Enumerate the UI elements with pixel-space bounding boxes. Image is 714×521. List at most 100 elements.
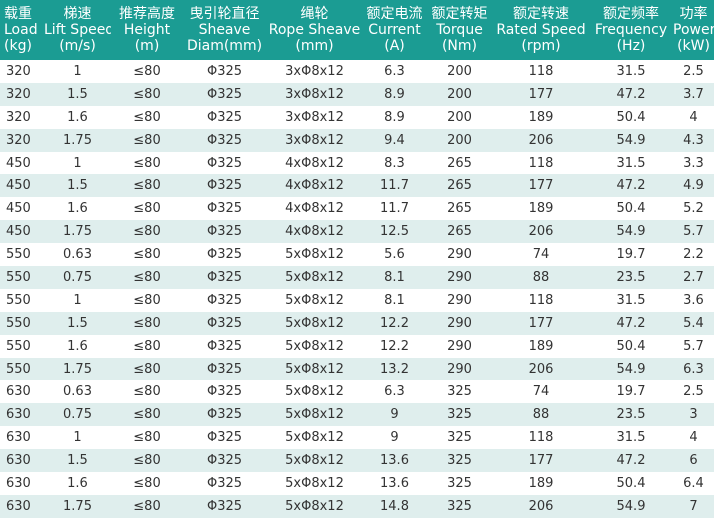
cell-load: 630 [0,472,44,495]
header-zh-label: 曳引轮直径 [189,6,260,22]
cell-torque: 265 [426,220,493,244]
table-row: 450 1.6 ≤80 Φ325 4xΦ8x12 11.7 265 189 50.4 5.2 [0,197,714,221]
cell-rated-speed: 118 [493,60,589,83]
cell-frequency: 54.9 [589,494,673,518]
cell-height: ≤80 [111,288,183,312]
cell-rope-sheave: 5xΦ8x12 [266,426,363,450]
cell-rated-speed: 206 [493,128,589,152]
cell-torque: 325 [426,380,493,404]
cell-rope-sheave: 4xΦ8x12 [266,174,363,198]
table-row: 550 1 ≤80 Φ325 5xΦ8x12 8.1 290 118 31.5 3.6 [0,288,714,312]
cell-load: 320 [0,128,44,152]
cell-torque: 325 [426,472,493,495]
cell-current: 13.2 [363,357,426,381]
cell-torque: 200 [426,105,493,129]
cell-lift-speed: 1.6 [44,334,111,358]
cell-load: 630 [0,449,44,473]
cell-height: ≤80 [111,494,183,518]
cell-height: ≤80 [111,426,183,450]
cell-rated-speed: 189 [493,334,589,358]
cell-rope-sheave: 3xΦ8x12 [266,60,363,83]
table-row: 450 1.75 ≤80 Φ325 4xΦ8x12 12.5 265 206 54.9 5.7 [0,220,714,244]
table-header: 载重 Load (kg) 梯速 Lift Speed (m/s) 推荐高度 Height (m)… [0,0,714,60]
table-row: 550 1.6 ≤80 Φ325 5xΦ8x12 12.2 290 189 50.4 5.7 [0,334,714,358]
cell-power: 5.7 [673,220,714,244]
cell-current: 8.1 [363,266,426,289]
cell-height: ≤80 [111,105,183,129]
header-row: 载重 Load (kg) 梯速 Lift Speed (m/s) 推荐高度 Height (m)… [0,0,714,60]
column-header-frequency: 额定频率 Frequency (Hz) [589,0,673,60]
cell-load: 320 [0,60,44,83]
header-zh-label: 额定转速 [513,6,569,22]
cell-torque: 325 [426,494,493,518]
header-en2-label: (kg) [4,38,32,54]
cell-current: 13.6 [363,449,426,473]
cell-rated-speed: 74 [493,243,589,267]
cell-current: 8.3 [363,151,426,175]
header-zh-label: 绳轮 [300,6,329,22]
table-row: 320 1.75 ≤80 Φ325 3xΦ8x12 9.4 200 206 54.9 4.3 [0,128,714,152]
cell-height: ≤80 [111,243,183,267]
cell-load: 550 [0,266,44,289]
cell-height: ≤80 [111,174,183,198]
cell-load: 450 [0,220,44,244]
cell-current: 13.6 [363,472,426,495]
table-row: 630 0.63 ≤80 Φ325 5xΦ8x12 6.3 325 74 19.7 2.5 [0,380,714,404]
header-zh-label: 推荐高度 [119,6,175,22]
cell-frequency: 50.4 [589,472,673,495]
cell-lift-speed: 1 [44,426,111,450]
cell-frequency: 54.9 [589,357,673,381]
cell-torque: 265 [426,151,493,175]
cell-frequency: 31.5 [589,60,673,83]
cell-load: 550 [0,288,44,312]
cell-height: ≤80 [111,334,183,358]
cell-current: 14.8 [363,494,426,518]
spec-table: 载重 Load (kg) 梯速 Lift Speed (m/s) 推荐高度 Height (m)… [0,0,714,518]
header-zh-label: 功率 [679,6,708,22]
header-en1-label: Lift Speed [44,22,111,38]
cell-torque: 200 [426,82,493,106]
table-row: 550 1.5 ≤80 Φ325 5xΦ8x12 12.2 290 177 47.2 5.4 [0,311,714,335]
column-header-lift-speed: 梯速 Lift Speed (m/s) [44,0,111,60]
cell-current: 12.2 [363,334,426,358]
cell-lift-speed: 1.5 [44,174,111,198]
cell-torque: 200 [426,60,493,83]
cell-height: ≤80 [111,449,183,473]
cell-torque: 325 [426,403,493,427]
cell-frequency: 31.5 [589,426,673,450]
cell-lift-speed: 1.75 [44,494,111,518]
cell-torque: 325 [426,426,493,450]
cell-rated-speed: 88 [493,266,589,289]
cell-torque: 290 [426,243,493,267]
cell-current: 11.7 [363,174,426,198]
cell-torque: 290 [426,357,493,381]
cell-power: 4.9 [673,174,714,198]
cell-rope-sheave: 3xΦ8x12 [266,105,363,129]
cell-frequency: 54.9 [589,128,673,152]
cell-power: 6.4 [673,472,714,495]
cell-rated-speed: 177 [493,449,589,473]
header-en2-label: (kW) [677,38,710,54]
cell-sheave-diam: Φ325 [183,426,266,450]
cell-lift-speed: 1.75 [44,357,111,381]
cell-frequency: 50.4 [589,197,673,221]
cell-rated-speed: 118 [493,151,589,175]
table-row: 320 1 ≤80 Φ325 3xΦ8x12 6.3 200 118 31.5 2.5 [0,60,714,83]
cell-rated-speed: 177 [493,174,589,198]
cell-lift-speed: 1.75 [44,220,111,244]
cell-sheave-diam: Φ325 [183,151,266,175]
cell-sheave-diam: Φ325 [183,334,266,358]
cell-load: 630 [0,494,44,518]
cell-current: 6.3 [363,60,426,83]
cell-frequency: 19.7 [589,243,673,267]
header-en2-label: (rpm) [521,38,561,54]
cell-sheave-diam: Φ325 [183,494,266,518]
cell-rated-speed: 189 [493,105,589,129]
cell-frequency: 47.2 [589,82,673,106]
table-row: 550 0.63 ≤80 Φ325 5xΦ8x12 5.6 290 74 19.7 2.2 [0,243,714,267]
header-en1-label: Load [4,22,38,38]
cell-rope-sheave: 5xΦ8x12 [266,266,363,289]
cell-power: 2.5 [673,60,714,83]
column-header-load: 载重 Load (kg) [0,0,44,60]
cell-current: 9 [363,403,426,427]
